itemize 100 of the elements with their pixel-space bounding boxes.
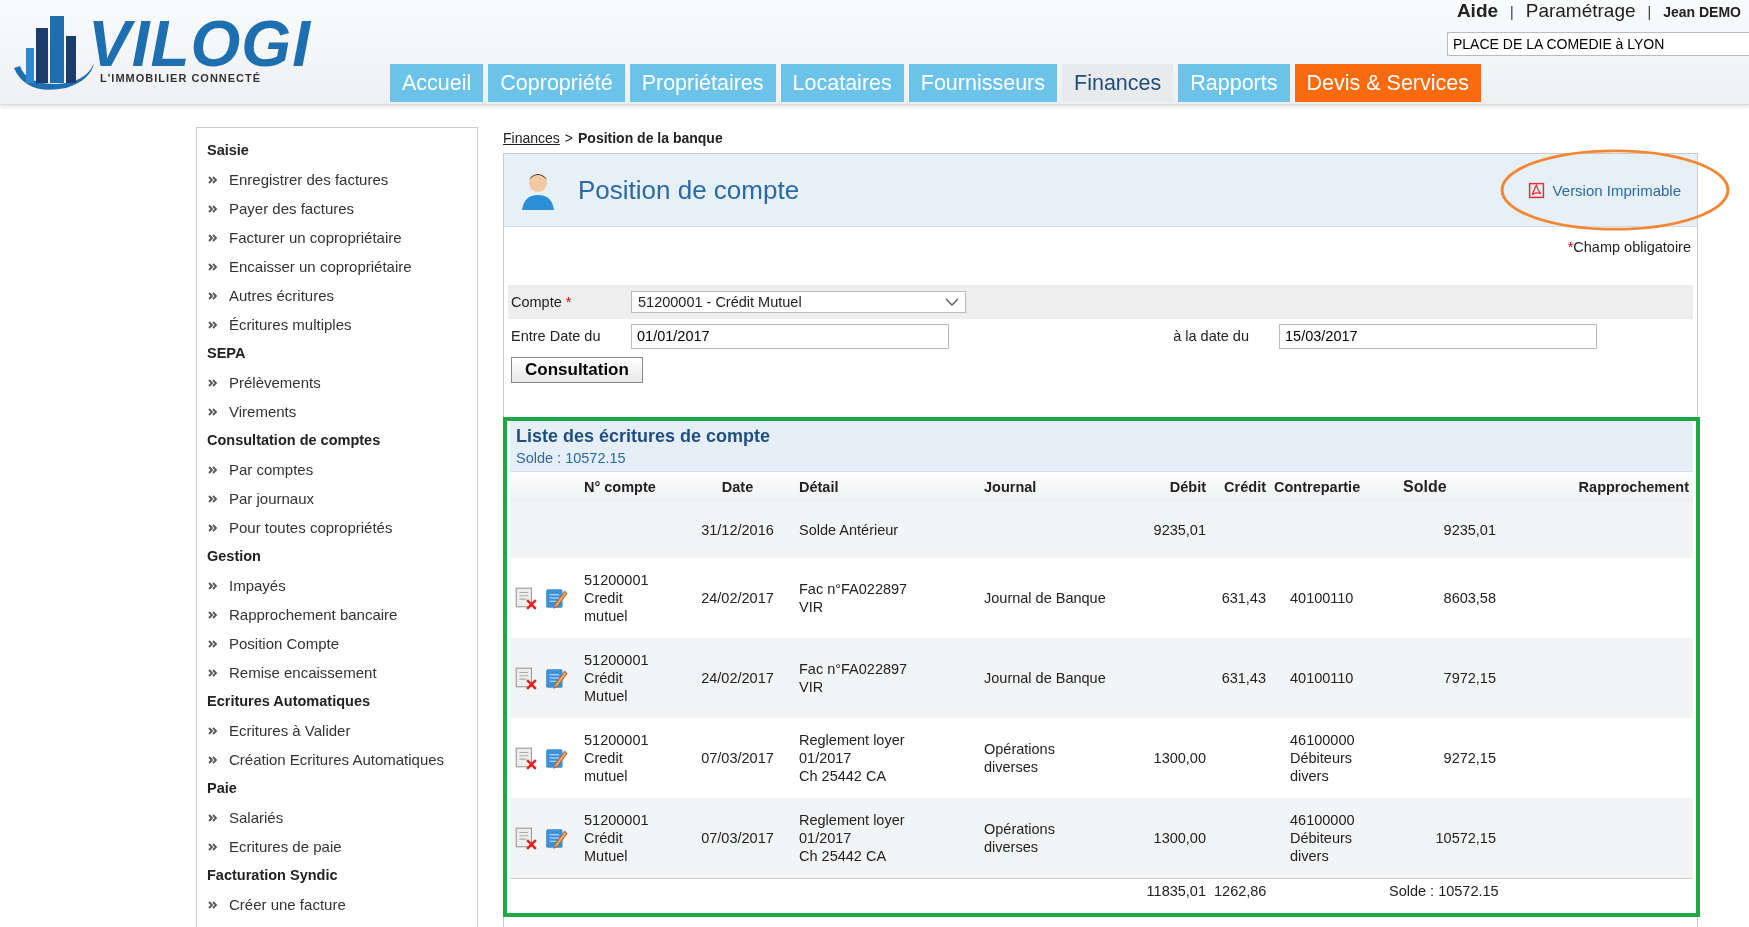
table-cell: 46100000 Débiteurs divers	[1270, 798, 1385, 878]
double-chevron-icon	[208, 233, 218, 242]
header-link[interactable]: Paramétrage	[1525, 0, 1636, 22]
from-date-label: Entre Date du	[510, 328, 602, 344]
sidebar-link[interactable]: Ecritures à Valider	[229, 722, 351, 739]
table-cell: 07/03/2017	[680, 718, 795, 798]
table-cell: Journal de Banque	[980, 558, 1120, 638]
breadcrumb-separator: >	[564, 130, 573, 146]
total-credit: 1262,86	[1210, 878, 1270, 904]
sidebar-link[interactable]: Création Ecritures Automatiques	[229, 751, 445, 768]
to-date-field[interactable]: 15/03/2017	[1279, 323, 1597, 349]
column-header: Crédit	[1210, 472, 1270, 502]
printable-version-link[interactable]: Version Imprimable	[1527, 181, 1681, 199]
delete-document-icon[interactable]	[514, 586, 538, 610]
double-chevron-icon	[208, 291, 218, 300]
table-cell: 51200001 Crédit Mutuel	[580, 638, 680, 718]
sidebar-link[interactable]: Impayés	[229, 577, 286, 594]
sidebar-link[interactable]: Salariés	[229, 809, 284, 826]
edit-notepad-icon[interactable]	[544, 586, 568, 610]
sidebar-heading: Consultation de comptes	[207, 431, 382, 450]
sidebar-link[interactable]: Par comptes	[229, 461, 314, 478]
double-chevron-icon	[208, 755, 218, 764]
sidebar-heading: Facturation Syndic	[207, 866, 339, 885]
table-cell: 631,43	[1210, 638, 1270, 718]
total-debit: 11835,01	[1120, 878, 1210, 904]
sidebar-link[interactable]: Facturer un copropriétaire	[229, 229, 402, 246]
link-separator: |	[1647, 4, 1652, 20]
sidebar-link[interactable]: Créer une facture	[229, 896, 346, 913]
delete-document-icon[interactable]	[514, 746, 538, 770]
sidebar-heading: SEPA	[207, 344, 247, 363]
pdf-icon	[1527, 181, 1545, 199]
delete-document-icon[interactable]	[514, 825, 538, 850]
header-link[interactable]: Aide	[1456, 0, 1499, 22]
double-chevron-icon	[208, 204, 218, 213]
sidebar-link[interactable]: Enregistrer des factures	[229, 171, 389, 188]
from-date-field[interactable]: 01/01/2017	[631, 323, 949, 349]
sidebar-heading: Saisie	[207, 141, 250, 160]
table-cell: 7972,15	[1385, 638, 1500, 718]
table-cell: 51200001 Credit mutuel	[580, 558, 680, 638]
account-label: Compte *	[510, 294, 573, 310]
nav-tab[interactable]: Finances	[1062, 64, 1174, 102]
sidebar-link[interactable]: Payer des factures	[229, 200, 355, 217]
logo-wordmark: VILOGI	[88, 16, 311, 72]
table-cell: 1300,00	[1120, 798, 1210, 878]
table-cell: 51200001 Credit mutuel	[580, 718, 680, 798]
double-chevron-icon	[208, 639, 218, 648]
header-link[interactable]: Jean DEMO	[1663, 4, 1741, 20]
table-cell: 1300,00	[1120, 718, 1210, 798]
sidebar-link[interactable]: Pour toutes copropriétés	[229, 519, 393, 536]
sidebar-heading: Gestion	[207, 547, 262, 566]
table-cell: 31/12/2016	[680, 502, 795, 558]
sidebar-link[interactable]: Rapprochement bancaire	[229, 606, 398, 623]
sidebar-link[interactable]: Remise encaissement	[229, 664, 377, 681]
column-header: Débit	[1120, 472, 1210, 502]
sidebar-link[interactable]: Prélèvements	[229, 374, 321, 391]
delete-document-icon[interactable]	[514, 666, 538, 690]
sidebar-heading: Paie	[207, 779, 238, 798]
table-cell: Fac n°FA022897 VIR	[795, 558, 980, 638]
sidebar-link[interactable]: Par journaux	[229, 490, 315, 507]
table-cell: Opérations diverses	[980, 718, 1120, 798]
to-date-label: à la date du	[1172, 328, 1250, 344]
sidebar-link[interactable]: Écritures multiples	[229, 316, 352, 333]
sidebar-link[interactable]: Ecritures de paie	[229, 838, 342, 855]
table-cell: Opérations diverses	[980, 798, 1120, 878]
table-cell: Solde Antérieur	[795, 502, 980, 558]
double-chevron-icon	[208, 581, 218, 590]
table-cell: 10572,15	[1385, 798, 1500, 878]
list-balance: Solde : 10572.15	[516, 450, 627, 466]
double-chevron-icon	[208, 407, 218, 416]
double-chevron-icon	[208, 175, 218, 184]
table-cell: 631,43	[1210, 558, 1270, 638]
double-chevron-icon	[208, 813, 218, 822]
required-note: *Champ obligatoire	[1566, 238, 1692, 257]
double-chevron-icon	[208, 726, 218, 735]
column-header: Contrepartie	[1270, 472, 1385, 502]
sidebar-link[interactable]: Virements	[229, 403, 297, 420]
breadcrumb-link[interactable]: Finances	[503, 130, 560, 146]
panel-title: Position de compte	[578, 174, 801, 206]
table-cell: 51200001 Crédit Mutuel	[580, 798, 680, 878]
column-header: Date	[680, 472, 795, 502]
edit-notepad-icon[interactable]	[544, 746, 568, 770]
sidebar-link[interactable]: Position Compte	[229, 635, 340, 652]
sidebar-link[interactable]: Autres écritures	[229, 287, 335, 304]
table-cell: 24/02/2017	[680, 558, 795, 638]
table-cell: 9272,15	[1385, 718, 1500, 798]
logo-tagline: L'IMMOBILIER CONNECTÉ	[100, 72, 263, 84]
property-field[interactable]: PLACE DE LA COMEDIE à LYON	[1447, 32, 1749, 56]
consultation-button[interactable]: Consultation	[511, 357, 643, 383]
double-chevron-icon	[208, 378, 218, 387]
table-cell: Journal de Banque	[980, 638, 1120, 718]
sidebar-link[interactable]: Encaisser un copropriétaire	[229, 258, 412, 275]
column-header: Solde	[1385, 472, 1500, 502]
account-select[interactable]: 51200001 - Crédit Mutuel	[631, 291, 966, 313]
table-cell: 46100000 Débiteurs divers	[1270, 718, 1385, 798]
edit-notepad-icon[interactable]	[544, 666, 568, 690]
sidebar-heading: Ecritures Automatiques	[207, 692, 372, 711]
double-chevron-icon	[208, 465, 218, 474]
double-chevron-icon	[208, 900, 218, 909]
total-balance: Solde : 10572.15	[1385, 878, 1500, 904]
double-chevron-icon	[208, 494, 218, 503]
